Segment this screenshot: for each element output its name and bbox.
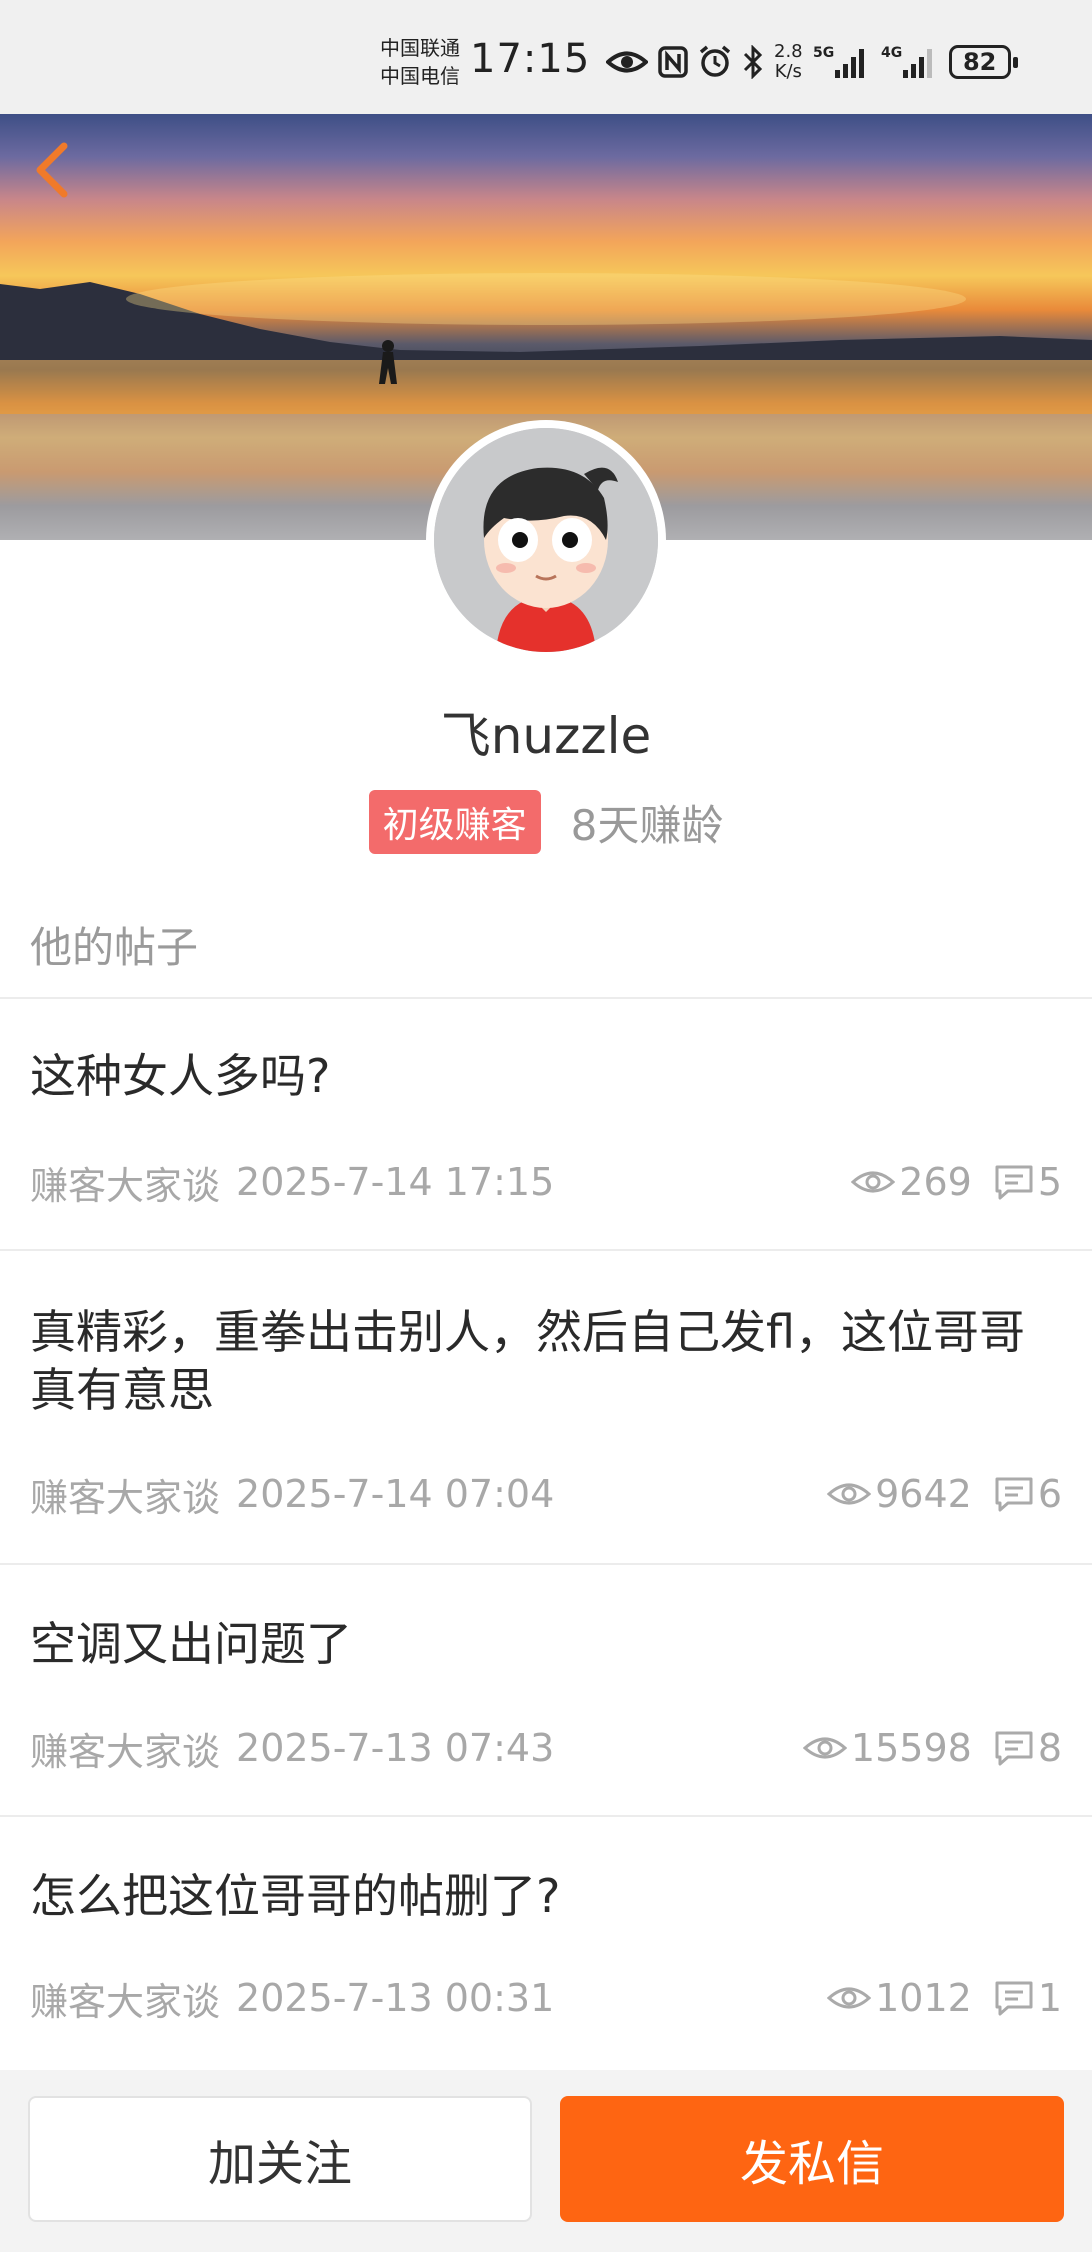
- comment-icon: [995, 1731, 1033, 1766]
- comment-count: 5: [994, 1160, 1062, 1204]
- eye-icon: [851, 1171, 896, 1193]
- avatar[interactable]: [426, 420, 666, 660]
- clock: 17:15: [470, 36, 591, 82]
- nfc-icon: [658, 46, 688, 78]
- svg-text:4G: 4G: [881, 45, 902, 61]
- post-title[interactable]: 这种女人多吗?: [30, 1047, 1062, 1105]
- post-meta: 赚客大家谈 2025-7-13 07:43 15598 8: [30, 1723, 1062, 1774]
- post-datetime: 2025-7-14 07:04: [236, 1472, 555, 1516]
- post-category: 赚客大家谈: [30, 1729, 221, 1774]
- alarm-icon: [699, 45, 731, 77]
- comment-count: 1: [994, 1976, 1062, 2020]
- post-category: 赚客大家谈: [30, 1475, 221, 1520]
- post-title[interactable]: 空调又出问题了: [30, 1615, 1062, 1673]
- status-icons: 2.8 K/s 5G 4G 82: [606, 40, 1018, 84]
- signal-4g-icon: 4G: [881, 45, 932, 78]
- send-message-button[interactable]: 发私信: [560, 2096, 1064, 2222]
- post-item[interactable]: 怎么把这位哥哥的帖删了? 赚客大家谈 2025-7-13 00:31 1012 …: [0, 1817, 1092, 2067]
- bottom-action-bar: 加关注 发私信: [0, 2070, 1092, 2252]
- rank-row: 初级赚客 8天赚龄: [0, 790, 1092, 854]
- eye-icon: [802, 1737, 847, 1759]
- post-category: 赚客大家谈: [30, 1163, 221, 1208]
- post-category: 赚客大家谈: [30, 1979, 221, 2024]
- eye-comfort-icon: [606, 51, 648, 73]
- comment-icon: [995, 1981, 1033, 2016]
- comment-icon: [995, 1165, 1033, 1200]
- post-meta: 赚客大家谈 2025-7-14 07:04 9642 6: [30, 1469, 1062, 1520]
- carrier-1: 中国联通: [380, 36, 460, 60]
- svg-text:5G: 5G: [813, 45, 834, 61]
- bluetooth-icon: [743, 45, 763, 79]
- post-meta: 赚客大家谈 2025-7-14 17:15 269 5: [30, 1157, 1062, 1208]
- view-count: 9642: [827, 1472, 972, 1516]
- rank-badge: 初级赚客: [368, 790, 541, 854]
- post-item[interactable]: 真精彩，重拳出击别人，然后自己发fl，这位哥哥真有意思 赚客大家谈 2025-7…: [0, 1251, 1092, 1563]
- post-title[interactable]: 怎么把这位哥哥的帖删了?: [30, 1867, 1062, 1925]
- network-speed: 2.8 K/s: [774, 41, 803, 82]
- post-item[interactable]: 这种女人多吗? 赚客大家谈 2025-7-14 17:15 269 5: [0, 999, 1092, 1249]
- battery-icon: 82: [948, 45, 1018, 79]
- posts-section-title: 他的帖子: [30, 923, 199, 972]
- post-datetime: 2025-7-13 00:31: [236, 1976, 555, 2020]
- eye-icon: [827, 1483, 872, 1505]
- view-count: 1012: [827, 1976, 972, 2020]
- view-count: 15598: [802, 1726, 972, 1770]
- post-datetime: 2025-7-14 17:15: [236, 1160, 555, 1204]
- comment-icon: [995, 1477, 1033, 1512]
- back-arrow-icon: [36, 142, 68, 198]
- view-count: 269: [851, 1160, 972, 1204]
- comment-count: 8: [994, 1726, 1062, 1770]
- signal-5g-icon: 5G: [813, 45, 864, 78]
- carrier-labels: 中国联通 中国电信: [380, 34, 460, 90]
- member-age: 8天赚龄: [570, 800, 724, 850]
- back-button[interactable]: [30, 140, 78, 200]
- eye-icon: [827, 1987, 872, 2009]
- carrier-2: 中国电信: [380, 64, 460, 88]
- post-meta: 赚客大家谈 2025-7-13 00:31 1012 1: [30, 1973, 1062, 2024]
- status-bar: 中国联通 中国电信 17:15 2.8 K/s 5G 4G 82: [0, 0, 1092, 114]
- post-title[interactable]: 真精彩，重拳出击别人，然后自己发fl，这位哥哥真有意思: [30, 1303, 1062, 1419]
- follow-button[interactable]: 加关注: [28, 2096, 532, 2222]
- avatar-image: [434, 428, 658, 652]
- username: 飞nuzzle: [440, 707, 652, 765]
- comment-count: 6: [994, 1472, 1062, 1516]
- post-item[interactable]: 空调又出问题了 赚客大家谈 2025-7-13 07:43 15598 8: [0, 1565, 1092, 1815]
- post-datetime: 2025-7-13 07:43: [236, 1726, 555, 1770]
